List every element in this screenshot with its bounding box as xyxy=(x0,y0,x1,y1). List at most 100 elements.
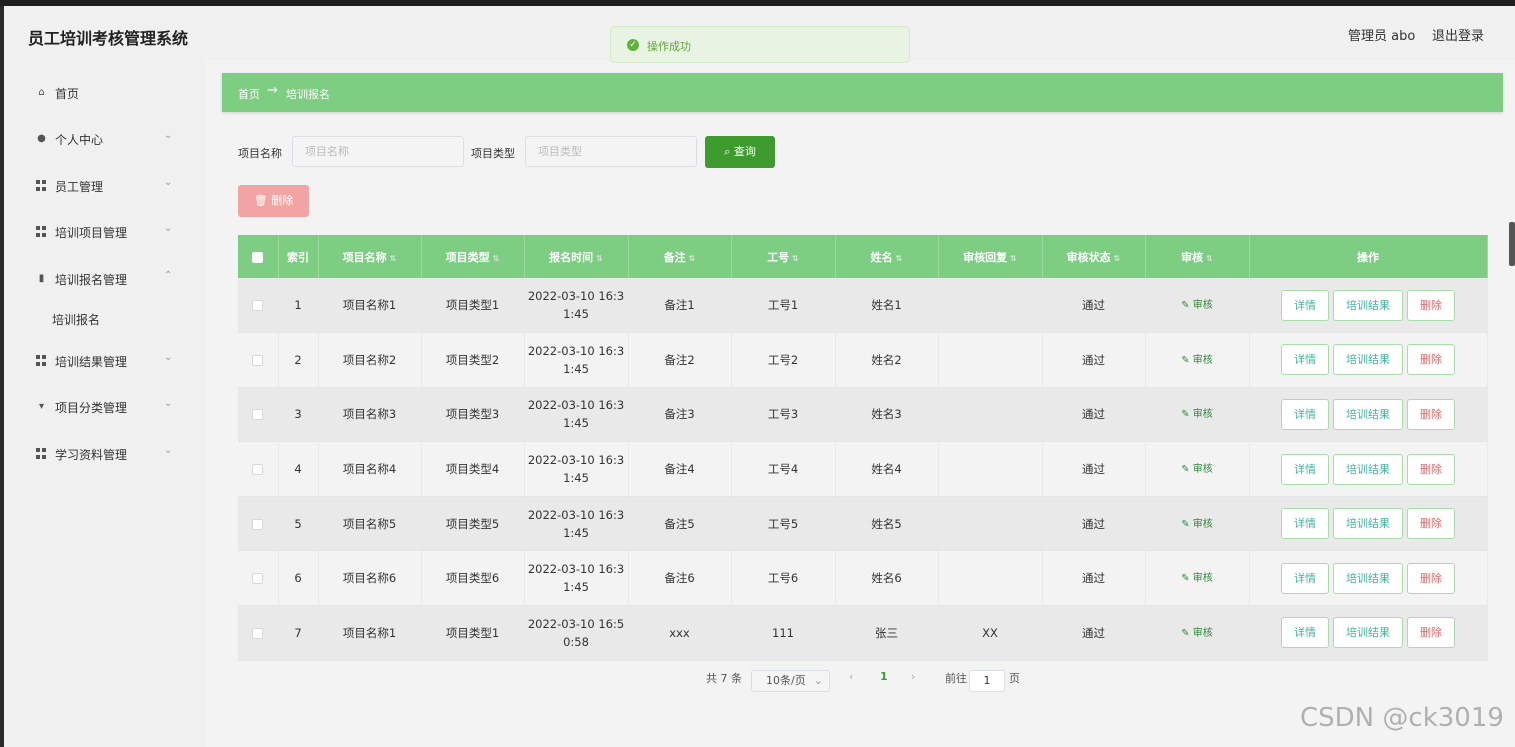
logout-link[interactable]: 退出登录 xyxy=(1432,25,1484,44)
column-header[interactable]: 审核回复 ⇅ xyxy=(938,235,1043,278)
column-header[interactable]: 审核 ⇅ xyxy=(1145,235,1250,278)
batch-delete-button[interactable]: 🗑 删除 xyxy=(238,185,309,217)
table-row: 1 项目名称1 项目类型1 2022-03-10 16:3 1:45 备注1 工号1 姓名1 通… xyxy=(238,278,1488,334)
row-delete-button[interactable]: 删除 xyxy=(1407,617,1455,649)
audit-link[interactable]: ✎ 审核 xyxy=(1181,464,1213,475)
sidebar-item-training-project[interactable]: 培训项目管理 ⌄ xyxy=(4,216,206,246)
training-result-button[interactable]: 培训结果 xyxy=(1333,508,1403,540)
page-size-select[interactable]: 10条/页 ⌄ xyxy=(751,670,830,692)
audit-link[interactable]: ✎ 审核 xyxy=(1181,355,1213,366)
training-result-button[interactable]: 培训结果 xyxy=(1333,398,1403,430)
column-header[interactable]: 备注 ⇅ xyxy=(628,235,732,278)
success-toast: ✓ 操作成功 xyxy=(610,26,910,63)
training-result-button[interactable]: 培训结果 xyxy=(1333,453,1403,485)
column-header[interactable]: 姓名 ⇅ xyxy=(835,235,939,278)
project-type-input[interactable] xyxy=(525,136,697,167)
table-header-row: 索引 项目名称 ⇅ 项目类型 ⇅ 报名时间 ⇅ 备注 ⇅ 工号 ⇅ 姓名 ⇅ 审核回复 ⇅ 审… xyxy=(238,235,1488,278)
sidebar-item-materials[interactable]: 学习资料管理 ⌄ xyxy=(4,438,206,468)
row-checkbox[interactable] xyxy=(238,550,279,607)
cell-audit-status: 通过 xyxy=(1042,550,1146,607)
edit-icon: ✎ xyxy=(1181,627,1190,639)
audit-link[interactable]: ✎ 审核 xyxy=(1181,519,1213,530)
detail-button[interactable]: 详情 xyxy=(1281,344,1329,376)
cell-audit: ✎ 审核 xyxy=(1145,605,1250,661)
cell-audit-reply xyxy=(938,332,1043,388)
sidebar-subitem-training-signup[interactable]: 培训报名 xyxy=(52,311,100,328)
column-header[interactable]: 报名时间 ⇅ xyxy=(524,235,629,278)
detail-button[interactable]: 详情 xyxy=(1281,562,1329,594)
cell-project-name: 项目名称5 xyxy=(318,496,422,552)
cell-project-name: 项目名称4 xyxy=(318,441,422,497)
detail-button[interactable]: 详情 xyxy=(1281,508,1329,540)
cell-project-type: 项目类型6 xyxy=(421,550,525,607)
detail-button[interactable]: 详情 xyxy=(1281,289,1329,321)
row-delete-button[interactable]: 删除 xyxy=(1407,289,1455,321)
column-header[interactable]: 审核状态 ⇅ xyxy=(1042,235,1146,278)
sidebar-item-training-signup[interactable]: ▮ 培训报名管理 ⌃ xyxy=(4,263,206,293)
cell-signup-time: 2022-03-10 16:3 1:45 xyxy=(524,496,629,552)
cell-index: 4 xyxy=(278,441,319,497)
scrollbar-thumb[interactable] xyxy=(1509,222,1515,266)
project-name-input[interactable] xyxy=(292,136,464,167)
cell-actions: 详情 培训结果 删除 xyxy=(1249,605,1488,661)
cell-signup-time: 2022-03-10 16:3 1:45 xyxy=(524,550,629,607)
column-header[interactable]: 项目类型 ⇅ xyxy=(421,235,525,278)
sort-icon: ⇅ xyxy=(895,253,903,263)
row-checkbox[interactable] xyxy=(238,387,279,443)
sidebar-item-personal[interactable]: ● 个人中心 ⌄ xyxy=(4,123,206,153)
row-checkbox[interactable] xyxy=(238,496,279,552)
goto-page-input[interactable]: 1 xyxy=(969,670,1005,692)
audit-link[interactable]: ✎ 审核 xyxy=(1181,628,1213,639)
sidebar-item-label: 学习资料管理 xyxy=(55,448,128,462)
cell-project-type: 项目类型5 xyxy=(421,496,525,552)
audit-link[interactable]: ✎ 审核 xyxy=(1181,573,1213,584)
column-header[interactable]: 工号 ⇅ xyxy=(731,235,836,278)
detail-button[interactable]: 详情 xyxy=(1281,617,1329,649)
sidebar-item-label: 培训报名管理 xyxy=(55,273,128,287)
cell-person-name: 张三 xyxy=(835,605,939,661)
training-result-button[interactable]: 培训结果 xyxy=(1333,562,1403,594)
cell-project-type: 项目类型2 xyxy=(421,332,525,388)
row-delete-button[interactable]: 删除 xyxy=(1407,344,1455,376)
sidebar-item-staff[interactable]: 员工管理 ⌄ xyxy=(4,170,206,200)
breadcrumb-home[interactable]: 首页 xyxy=(238,86,260,102)
column-header[interactable]: 项目名称 ⇅ xyxy=(318,235,422,278)
sidebar-item-label: 培训结果管理 xyxy=(55,355,128,369)
app-title: 员工培训考核管理系统 xyxy=(28,29,189,48)
row-checkbox[interactable] xyxy=(238,441,279,497)
table-row: 2 项目名称2 项目类型2 2022-03-10 16:3 1:45 备注2 工号2 姓名2 通… xyxy=(238,332,1488,388)
row-delete-button[interactable]: 删除 xyxy=(1407,508,1455,540)
cell-actions: 详情 培训结果 删除 xyxy=(1249,278,1488,334)
training-result-button[interactable]: 培训结果 xyxy=(1333,617,1403,649)
cell-signup-time: 2022-03-10 16:3 1:45 xyxy=(524,387,629,443)
detail-button[interactable]: 详情 xyxy=(1281,453,1329,485)
cell-audit: ✎ 审核 xyxy=(1145,278,1250,334)
training-result-button[interactable]: 培训结果 xyxy=(1333,289,1403,321)
row-delete-button[interactable]: 删除 xyxy=(1407,453,1455,485)
cell-staff-id: 工号4 xyxy=(731,441,836,497)
audit-link[interactable]: ✎ 审核 xyxy=(1181,300,1213,311)
sidebar-item-training-result[interactable]: 培训结果管理 ⌄ xyxy=(4,345,206,375)
audit-link[interactable]: ✎ 审核 xyxy=(1181,409,1213,420)
row-checkbox[interactable] xyxy=(238,278,279,334)
cell-audit: ✎ 审核 xyxy=(1145,496,1250,552)
query-button-label: 查询 xyxy=(733,145,756,158)
row-delete-button[interactable]: 删除 xyxy=(1407,398,1455,430)
current-page[interactable]: 1 xyxy=(880,670,888,683)
prev-page-icon[interactable]: ‹ xyxy=(849,670,853,683)
cell-audit-reply xyxy=(938,441,1043,497)
next-page-icon[interactable]: › xyxy=(911,670,915,683)
breadcrumb: 首页 → 培训报名 xyxy=(222,73,1503,112)
select-all-checkbox[interactable] xyxy=(238,235,279,278)
row-checkbox[interactable] xyxy=(238,605,279,661)
query-button[interactable]: ⌕ 查询 xyxy=(705,136,775,168)
cell-signup-time: 2022-03-10 16:3 1:45 xyxy=(524,278,629,334)
training-result-button[interactable]: 培训结果 xyxy=(1333,344,1403,376)
row-checkbox[interactable] xyxy=(238,332,279,388)
sidebar-item-home[interactable]: ⌂ 首页 xyxy=(4,77,206,107)
sidebar-item-category[interactable]: ▾ 项目分类管理 ⌄ xyxy=(4,391,206,421)
row-delete-button[interactable]: 删除 xyxy=(1407,562,1455,594)
chevron-down-icon: ⌄ xyxy=(164,445,173,456)
detail-button[interactable]: 详情 xyxy=(1281,398,1329,430)
chevron-down-icon: ⌄ xyxy=(164,177,173,188)
